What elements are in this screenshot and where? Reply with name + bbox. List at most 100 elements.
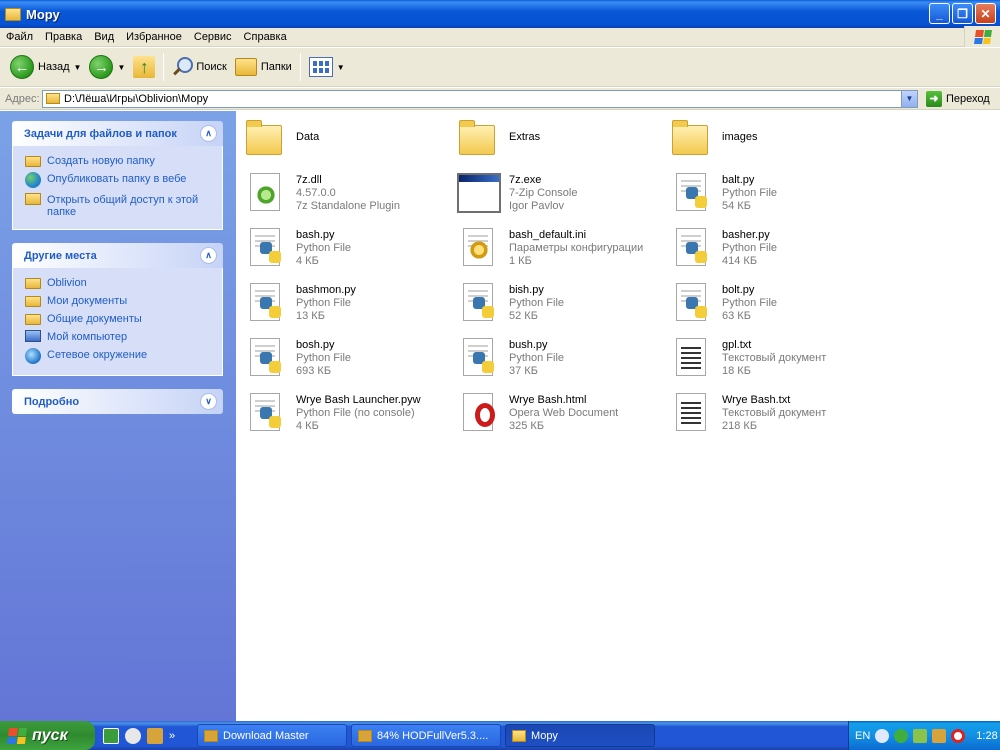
- file-item[interactable]: Wrye Bash Launcher.pyw Python File (no c…: [242, 389, 452, 441]
- file-item[interactable]: Extras: [455, 117, 665, 169]
- views-button[interactable]: ▼: [305, 52, 349, 82]
- menu-favorites[interactable]: Избранное: [120, 31, 188, 43]
- file-item[interactable]: 7z.exe 7-Zip Console Igor Pavlov: [455, 169, 665, 221]
- tray-app-icon[interactable]: [932, 728, 947, 743]
- file-detail: 1 КБ: [509, 255, 532, 267]
- collapse-icon[interactable]: ∧: [200, 247, 217, 264]
- tray-opera-icon[interactable]: [951, 728, 966, 743]
- file-item[interactable]: bolt.py Python File 63 КБ: [668, 279, 878, 331]
- file-list: Data Extras images 7z.dll 4.57.0.0 7z St…: [236, 111, 1000, 721]
- back-label: Назад: [38, 61, 70, 73]
- network-icon: [25, 348, 41, 364]
- taskbar-item-label: Download Master: [223, 729, 309, 742]
- chevron-right-icon[interactable]: »: [169, 730, 175, 742]
- app-launch-icon[interactable]: [125, 727, 141, 744]
- file-item[interactable]: 7z.dll 4.57.0.0 7z Standalone Plugin: [242, 169, 452, 221]
- place-my-documents[interactable]: Мои документы: [25, 292, 212, 310]
- file-item[interactable]: bash_default.ini Параметры конфигурации …: [455, 224, 665, 276]
- file-item[interactable]: bashmon.py Python File 13 КБ: [242, 279, 452, 331]
- taskbar-item[interactable]: 84% HODFullVer5.3....: [351, 724, 501, 747]
- file-name: Extras: [509, 131, 541, 143]
- folder-up-icon: ↑: [133, 56, 156, 78]
- address-input[interactable]: D:\Лёша\Игры\Oblivion\Мору ▼: [42, 89, 918, 108]
- taskbar-item[interactable]: Download Master: [197, 724, 347, 747]
- place-network[interactable]: Сетевое окружение: [25, 346, 212, 367]
- window-controls: _ ❐ ✕: [929, 3, 996, 24]
- folder-icon: [25, 314, 41, 325]
- task-publish-web[interactable]: Опубликовать папку в вебе: [25, 170, 212, 191]
- back-button[interactable]: ← Назад ▼: [6, 52, 85, 82]
- chevron-down-icon[interactable]: ▼: [901, 90, 917, 107]
- clock[interactable]: 1:28: [976, 730, 997, 742]
- place-oblivion[interactable]: Oblivion: [25, 274, 212, 292]
- file-detail: 18 КБ: [722, 365, 751, 377]
- file-name: images: [722, 131, 758, 143]
- download-icon: [358, 729, 372, 742]
- taskbar-item[interactable]: Мору: [505, 724, 655, 747]
- file-item[interactable]: bash.py Python File 4 КБ: [242, 224, 452, 276]
- close-button[interactable]: ✕: [975, 3, 996, 24]
- start-button[interactable]: пуск: [0, 721, 95, 750]
- file-item[interactable]: bosh.py Python File 693 КБ: [242, 334, 452, 386]
- file-item[interactable]: Wrye Bash.html Opera Web Document 325 КБ: [455, 389, 665, 441]
- back-arrow-icon: ←: [10, 55, 34, 79]
- details-panel-header[interactable]: Подробно ∨: [12, 389, 223, 414]
- file-detail: 4 КБ: [296, 255, 319, 267]
- tray-arrow-icon[interactable]: [875, 728, 890, 743]
- file-item[interactable]: gpl.txt Текстовый документ 18 КБ: [668, 334, 878, 386]
- toolbar-separator: [163, 53, 165, 81]
- menu-tools[interactable]: Сервис: [188, 31, 238, 43]
- minimize-button[interactable]: _: [929, 3, 950, 24]
- file-item[interactable]: images: [668, 117, 878, 169]
- file-detail: Python File: [722, 297, 778, 309]
- file-detail: Текстовый документ: [722, 352, 827, 364]
- expand-icon[interactable]: ∨: [200, 393, 217, 410]
- file-item[interactable]: bush.py Python File 37 КБ: [455, 334, 665, 386]
- menu-bar: Файл Правка Вид Избранное Сервис Справка: [0, 26, 1000, 47]
- forward-button[interactable]: → ▼: [85, 52, 129, 82]
- title-bar[interactable]: Мору _ ❐ ✕: [0, 0, 1000, 28]
- place-shared-documents[interactable]: Общие документы: [25, 310, 212, 328]
- tray-key-icon[interactable]: [913, 728, 928, 743]
- python-file-icon: [455, 334, 503, 382]
- python-file-icon: [242, 224, 290, 272]
- tray-network-icon[interactable]: [894, 728, 909, 743]
- new-folder-icon: [25, 156, 41, 167]
- task-share-folder[interactable]: Открыть общий доступ к этой папке: [25, 191, 212, 221]
- places-panel-body: Oblivion Мои документы Общие документы М…: [12, 268, 223, 376]
- folders-button[interactable]: Папки: [231, 52, 296, 82]
- tasks-panel-header[interactable]: Задачи для файлов и папок ∧: [12, 121, 223, 146]
- place-my-computer[interactable]: Мой компьютер: [25, 328, 212, 346]
- place-label: Мой компьютер: [47, 331, 128, 343]
- console-icon: [455, 169, 503, 217]
- search-button[interactable]: Поиск: [168, 52, 230, 82]
- task-new-folder[interactable]: Создать новую папку: [25, 152, 212, 170]
- app-launch-icon[interactable]: [147, 727, 163, 744]
- go-button[interactable]: ➜ Переход: [926, 90, 990, 107]
- folder-icon: [25, 296, 41, 307]
- language-indicator[interactable]: EN: [855, 730, 870, 742]
- address-label: Адрес:: [5, 92, 40, 105]
- folder-icon: [512, 729, 526, 742]
- chevron-down-icon[interactable]: ▼: [74, 63, 82, 72]
- menu-edit[interactable]: Правка: [39, 31, 88, 43]
- app-launch-icon[interactable]: [103, 727, 119, 744]
- collapse-icon[interactable]: ∧: [200, 125, 217, 142]
- maximize-button[interactable]: ❐: [952, 3, 973, 24]
- file-item[interactable]: basher.py Python File 414 КБ: [668, 224, 878, 276]
- up-folder-button[interactable]: ↑: [129, 52, 159, 82]
- python-file-icon: [668, 279, 716, 327]
- search-icon: [172, 57, 194, 77]
- file-item[interactable]: Wrye Bash.txt Текстовый документ 218 КБ: [668, 389, 878, 441]
- tasks-panel-body: Создать новую папку Опубликовать папку в…: [12, 146, 223, 230]
- places-panel-header[interactable]: Другие места ∧: [12, 243, 223, 268]
- menu-view[interactable]: Вид: [88, 31, 120, 43]
- file-item[interactable]: balt.py Python File 54 КБ: [668, 169, 878, 221]
- chevron-down-icon[interactable]: ▼: [117, 63, 125, 72]
- file-item[interactable]: Data: [242, 117, 452, 169]
- file-name: bish.py: [509, 284, 544, 296]
- file-item[interactable]: bish.py Python File 52 КБ: [455, 279, 665, 331]
- menu-help[interactable]: Справка: [238, 31, 293, 43]
- menu-file[interactable]: Файл: [0, 31, 39, 43]
- toolbar-separator: [299, 53, 301, 81]
